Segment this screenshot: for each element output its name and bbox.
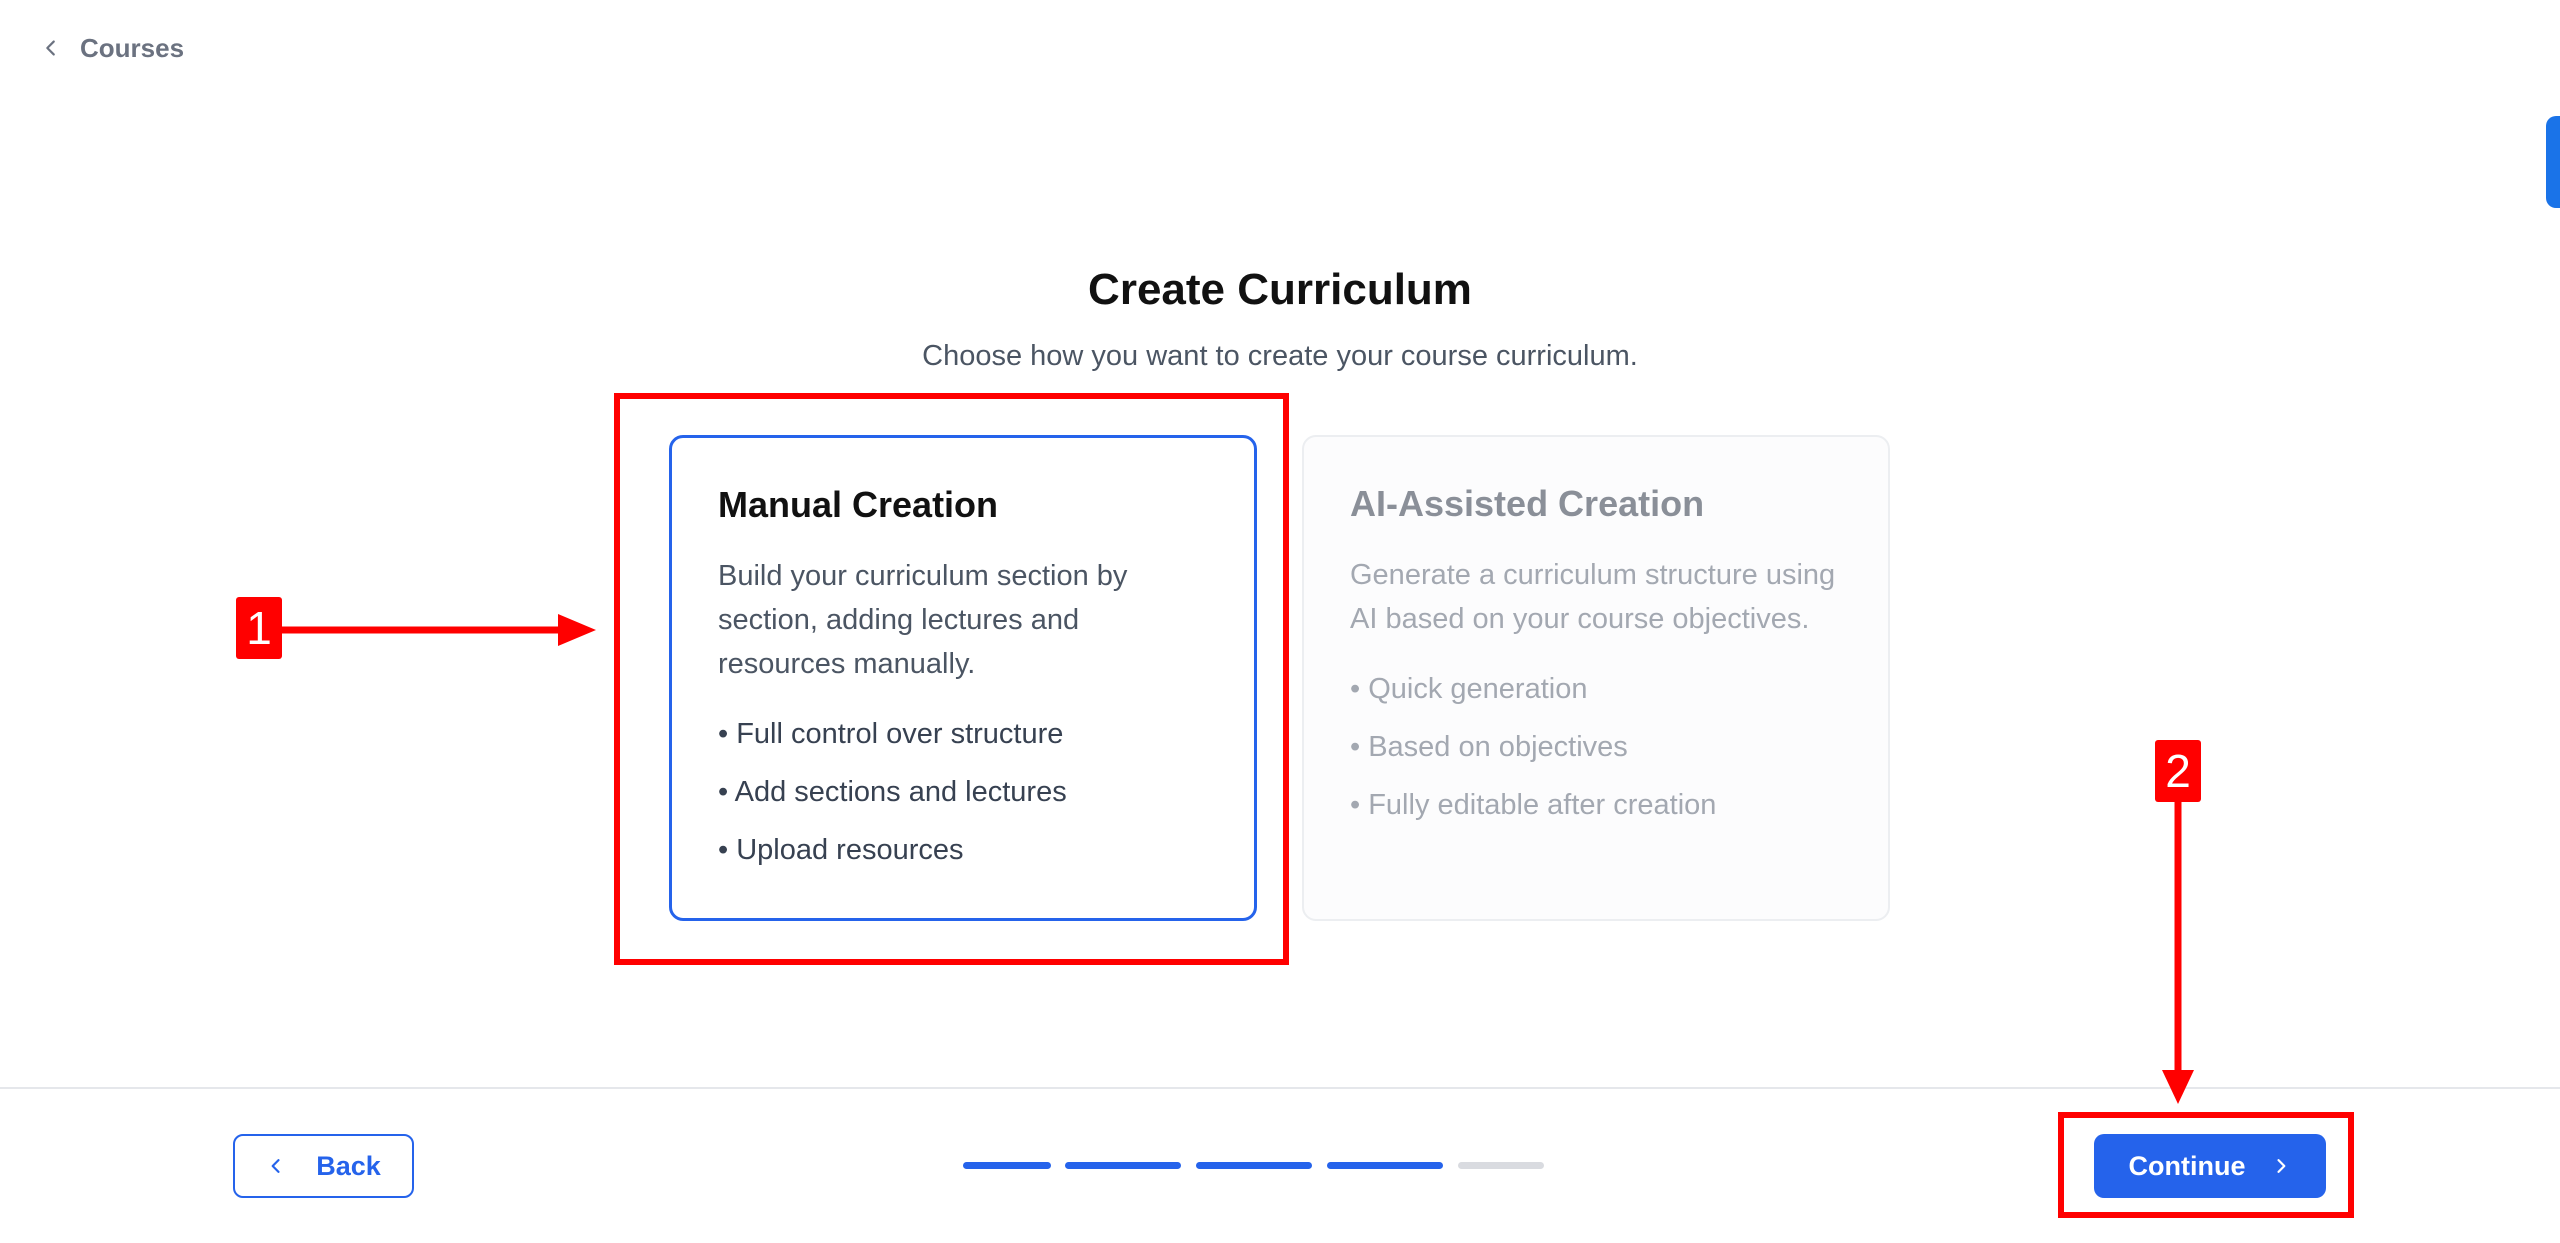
breadcrumb-back-to-courses[interactable]: Courses xyxy=(40,28,184,68)
footer-divider xyxy=(0,1087,2560,1089)
progress-step xyxy=(963,1162,1051,1169)
option-card-ai-assisted-creation[interactable]: AI-Assisted Creation Generate a curricul… xyxy=(1302,435,1890,921)
back-button-label: Back xyxy=(316,1150,381,1181)
feature-item: • Fully editable after creation xyxy=(1350,789,1717,821)
option-description: Generate a curriculum structure using AI… xyxy=(1350,559,1836,635)
feature-item: • Based on objectives xyxy=(1350,731,1628,763)
progress-step xyxy=(1458,1162,1544,1169)
page-title: Create Curriculum xyxy=(1088,265,1472,314)
side-panel-tab[interactable] xyxy=(2546,116,2560,208)
annotation-arrowhead-right xyxy=(558,614,596,646)
chevron-left-icon xyxy=(271,1159,280,1173)
breadcrumb-label: Courses xyxy=(80,32,185,63)
annotation-badge: 2 xyxy=(2155,740,2201,802)
create-curriculum-page: Courses Create Curriculum Choose how you… xyxy=(0,0,2560,1243)
annotation-highlight-manual-card xyxy=(614,393,1289,965)
progress-step xyxy=(1327,1162,1443,1169)
chevron-left-icon xyxy=(46,40,55,56)
annotation-highlight-continue xyxy=(2058,1112,2354,1218)
option-feature-list: • Quick generation • Based on objectives… xyxy=(1350,669,1842,825)
progress-step xyxy=(1196,1162,1312,1169)
option-title: AI-Assisted Creation xyxy=(1350,483,1705,524)
back-button[interactable]: Back xyxy=(233,1134,414,1198)
page-subtitle: Choose how you want to create your cours… xyxy=(922,340,1638,372)
feature-item: • Quick generation xyxy=(1350,673,1588,705)
progress-step xyxy=(1065,1162,1181,1169)
annotation-badge: 1 xyxy=(236,597,282,659)
